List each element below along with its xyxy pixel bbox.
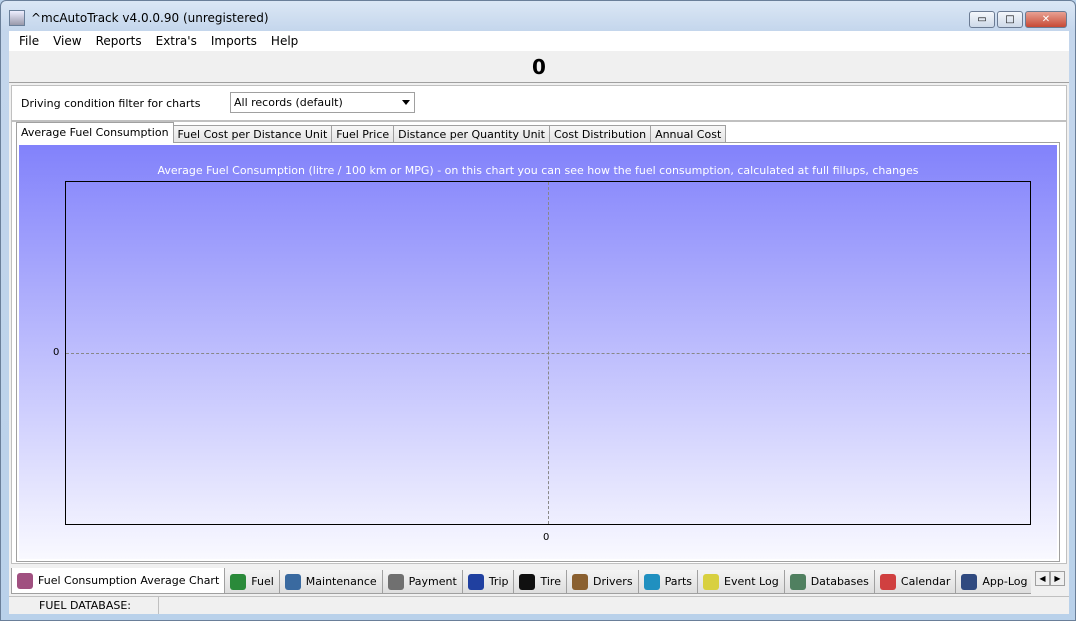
fuel-pump-icon	[230, 573, 247, 590]
chart-frame: Average Fuel Consumption (litre / 100 km…	[16, 142, 1060, 562]
chart-tabs: Average Fuel Consumption Fuel Cost per D…	[16, 122, 727, 143]
status-database-label: FUEL DATABASE:	[9, 597, 159, 614]
tab-average-fuel-consumption[interactable]: Average Fuel Consumption	[16, 122, 174, 143]
tab-distance-per-quantity[interactable]: Distance per Quantity Unit	[393, 125, 550, 143]
filter-panel: Driving condition filter for charts All …	[11, 85, 1067, 121]
menu-extras[interactable]: Extra's	[149, 34, 204, 48]
window-title: ^mcAutoTrack v4.0.0.90 (unregistered)	[31, 11, 269, 25]
tab-label: App-Log	[982, 575, 1028, 588]
chart-icon	[17, 572, 33, 589]
tab-trip[interactable]: Trip	[461, 570, 515, 594]
tab-cost-distribution[interactable]: Cost Distribution	[548, 125, 652, 143]
tab-label: Databases	[810, 575, 869, 588]
tab-label: Drivers	[592, 575, 633, 588]
tab-label: Trip	[488, 575, 509, 588]
maximize-button[interactable]: □	[997, 11, 1023, 28]
tab-fuel[interactable]: Fuel	[224, 570, 280, 594]
parts-icon	[643, 573, 660, 590]
tab-parts[interactable]: Parts	[637, 570, 699, 594]
menu-help[interactable]: Help	[264, 34, 305, 48]
y-tick-label: 0	[53, 347, 60, 358]
title-bar: ^mcAutoTrack v4.0.0.90 (unregistered) ▭ …	[9, 7, 1067, 29]
driving-condition-select[interactable]: All records (default)	[230, 92, 415, 113]
tab-event-log[interactable]: Event Log	[697, 570, 785, 594]
tab-fuel-cost-per-distance[interactable]: Fuel Cost per Distance Unit	[172, 125, 333, 143]
tab-label: Payment	[408, 575, 457, 588]
tab-databases[interactable]: Databases	[783, 570, 875, 594]
tab-label: Parts	[664, 575, 693, 588]
close-button[interactable]: ✕	[1025, 11, 1067, 28]
eye-icon	[961, 573, 978, 590]
tab-scroll: ◀ ▶	[1035, 571, 1065, 586]
event-log-icon	[703, 573, 720, 590]
menu-bar: File View Reports Extra's Imports Help	[9, 31, 1069, 51]
tab-tire[interactable]: Tire	[513, 570, 567, 594]
tab-label: Calendar	[900, 575, 951, 588]
drivers-icon	[571, 573, 588, 590]
bottom-tabs: Fuel Consumption Average Chart Fuel Mainte…	[11, 568, 1031, 594]
menu-reports[interactable]: Reports	[89, 34, 149, 48]
databases-icon	[789, 573, 806, 590]
client-area: File View Reports Extra's Imports Help 0…	[9, 31, 1069, 614]
tab-label: Event Log	[724, 575, 779, 588]
select-value: All records (default)	[234, 96, 343, 109]
tab-payment[interactable]: Payment	[381, 570, 463, 594]
maintenance-icon	[284, 573, 301, 590]
tab-fuel-consumption-average-chart[interactable]: Fuel Consumption Average Chart	[11, 568, 226, 594]
chevron-down-icon	[402, 100, 410, 105]
menu-imports[interactable]: Imports	[204, 34, 264, 48]
menu-view[interactable]: View	[46, 34, 88, 48]
calendar-icon	[879, 573, 896, 590]
status-bar: FUEL DATABASE:	[9, 596, 1069, 614]
app-window: ^mcAutoTrack v4.0.0.90 (unregistered) ▭ …	[0, 0, 1076, 621]
plot-area	[65, 181, 1031, 525]
chart-title: Average Fuel Consumption (litre / 100 km…	[157, 164, 919, 177]
x-tick-label: 0	[543, 532, 550, 543]
tab-annual-cost[interactable]: Annual Cost	[650, 125, 727, 143]
tab-label: Fuel	[251, 575, 274, 588]
chart-panel: Average Fuel Consumption Fuel Cost per D…	[11, 121, 1067, 564]
menu-file[interactable]: File	[12, 34, 46, 48]
tab-maintenance[interactable]: Maintenance	[278, 570, 383, 594]
tab-app-log[interactable]: App-Log	[955, 570, 1031, 594]
house-icon	[467, 573, 484, 590]
vertical-gridline	[548, 182, 549, 524]
tab-fuel-price[interactable]: Fuel Price	[331, 125, 395, 143]
tire-icon	[519, 573, 536, 590]
tab-label: Tire	[540, 575, 561, 588]
record-counter: 0	[9, 51, 1069, 83]
tab-drivers[interactable]: Drivers	[565, 570, 639, 594]
dollar-icon	[387, 573, 404, 590]
scroll-left-button[interactable]: ◀	[1035, 571, 1050, 586]
app-icon	[9, 10, 25, 26]
scroll-right-button[interactable]: ▶	[1050, 571, 1065, 586]
tab-calendar[interactable]: Calendar	[873, 570, 957, 594]
chart: Average Fuel Consumption (litre / 100 km…	[19, 145, 1057, 559]
filter-label: Driving condition filter for charts	[21, 97, 201, 110]
tab-label: Fuel Consumption Average Chart	[38, 574, 220, 587]
minimize-button[interactable]: ▭	[969, 11, 995, 28]
tab-label: Maintenance	[305, 575, 377, 588]
